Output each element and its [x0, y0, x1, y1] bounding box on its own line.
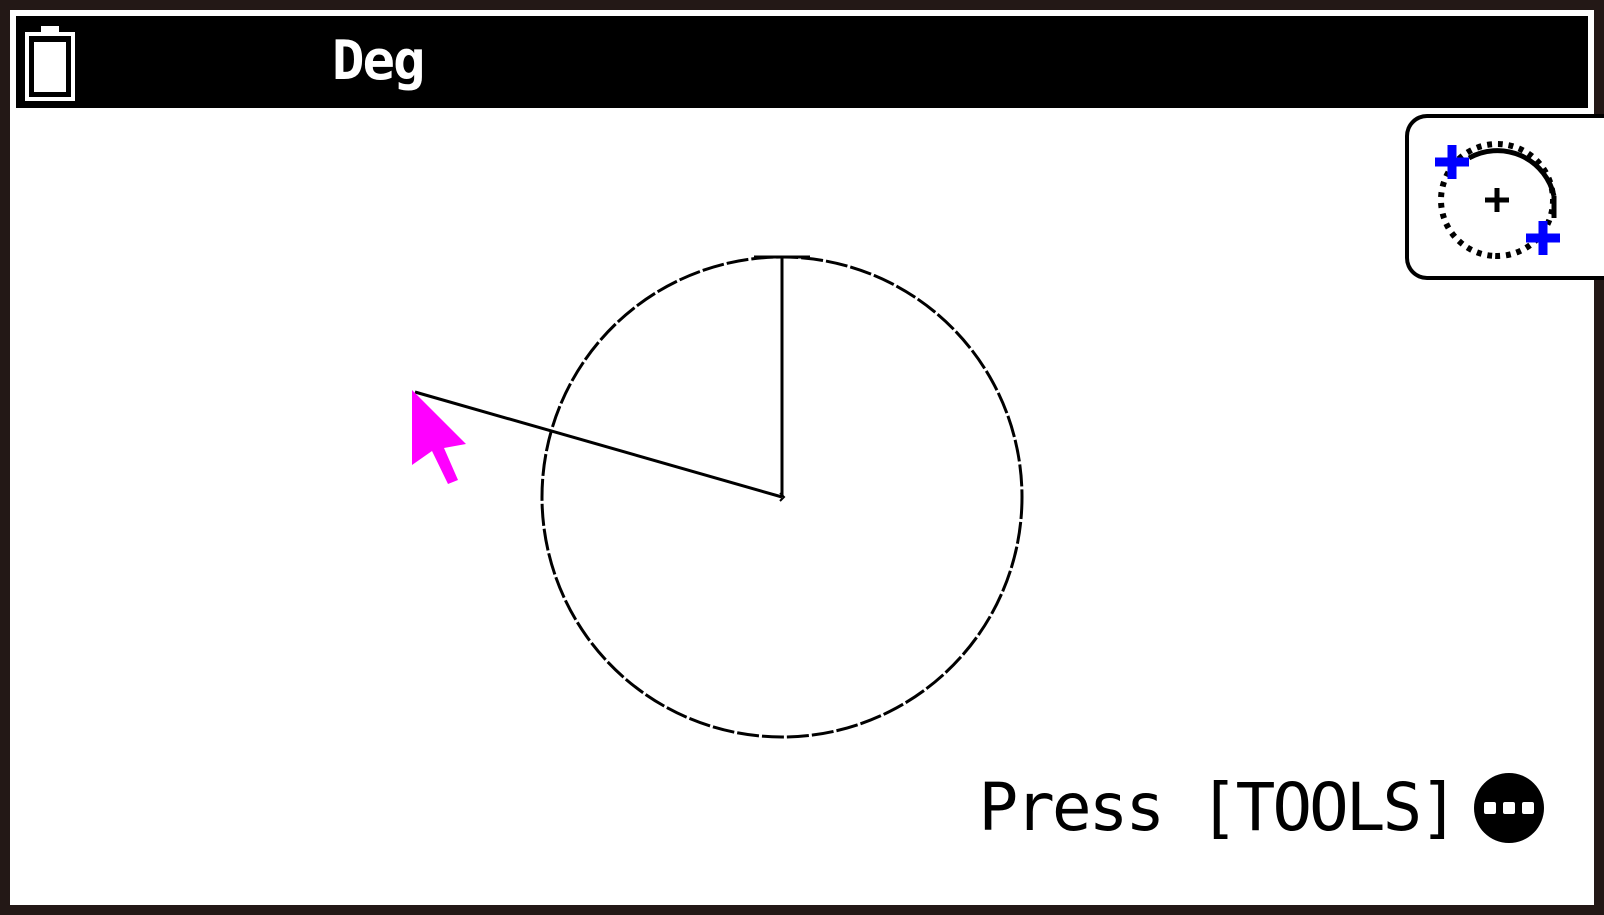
- circle-drag-tool-icon: [1435, 141, 1560, 259]
- circle-tool-panel[interactable]: [1405, 114, 1604, 280]
- radius-line-dragged[interactable]: [414, 390, 783, 499]
- more-options-icon[interactable]: [1474, 773, 1544, 843]
- tools-hint: Press [TOOLS]: [978, 772, 1544, 844]
- dot: [1484, 802, 1496, 814]
- tools-hint-text: Press [TOOLS]: [978, 769, 1459, 846]
- dot: [1522, 802, 1534, 814]
- dot: [1503, 802, 1515, 814]
- calculator-screen: Deg Press [TOOLS]: [0, 0, 1604, 915]
